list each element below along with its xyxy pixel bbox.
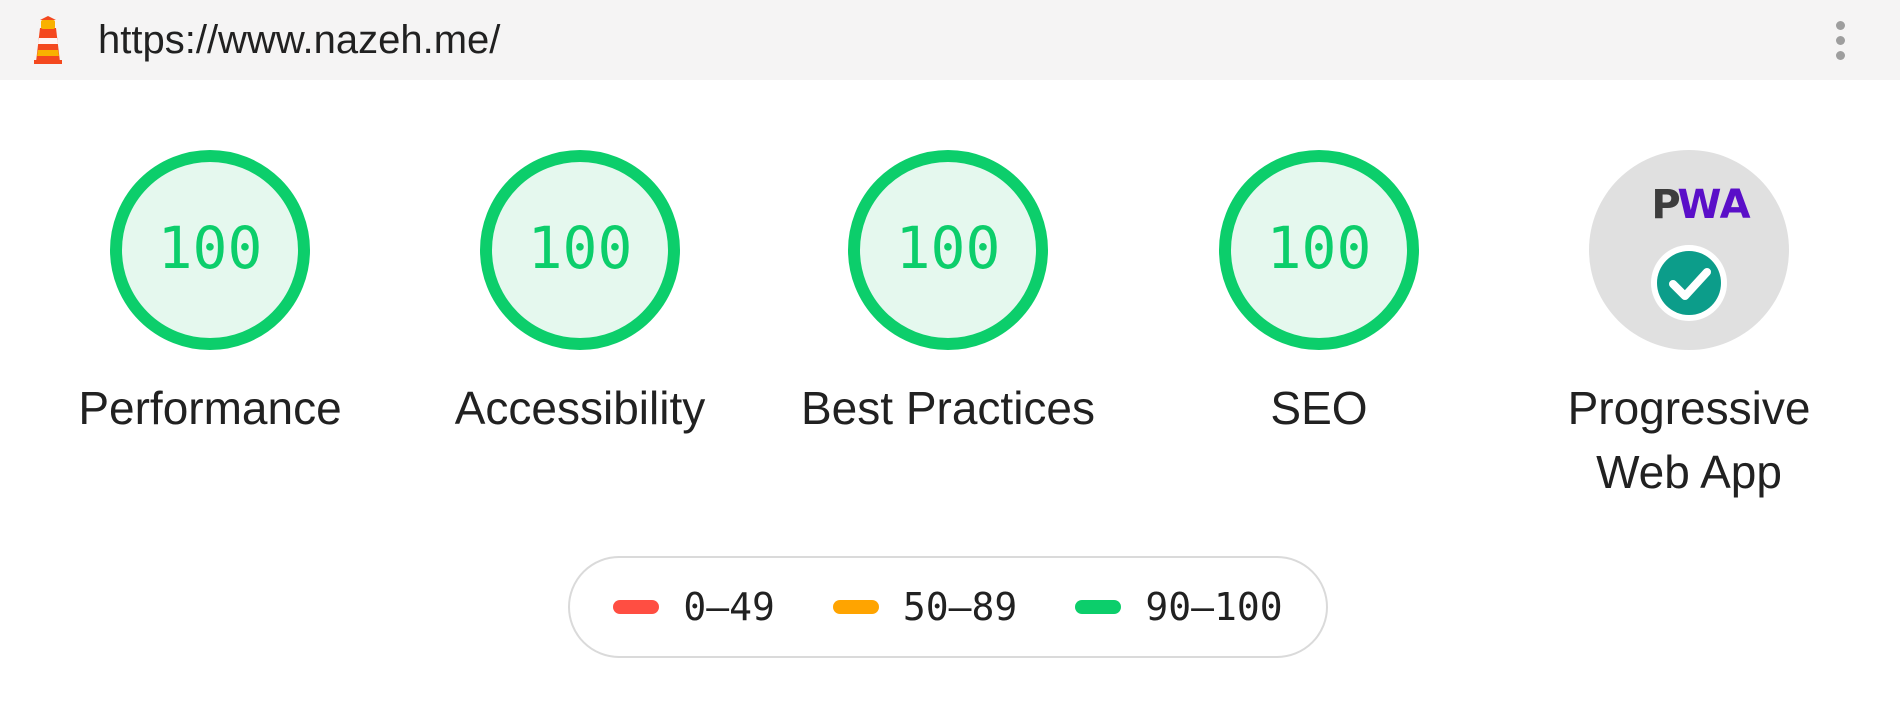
gauge-label: Best Practices bbox=[801, 382, 1095, 434]
legend-item-pass: 90–100 bbox=[1075, 585, 1283, 629]
menu-dot bbox=[1835, 20, 1845, 30]
gauge-score: 100 bbox=[158, 214, 263, 282]
gauge-label: Performance bbox=[78, 382, 342, 434]
gauge-score: 100 bbox=[528, 214, 633, 282]
legend-range: 0–49 bbox=[683, 585, 775, 629]
legend-item-average: 50–89 bbox=[832, 585, 1018, 629]
more-vertical-icon[interactable] bbox=[1822, 16, 1858, 64]
legend-range: 50–89 bbox=[902, 585, 1018, 629]
score-gauge: 100 bbox=[848, 150, 1048, 350]
pwa-logo-wa: WA bbox=[1677, 182, 1750, 228]
gauge-label: Accessibility bbox=[454, 382, 706, 434]
gauge-performance[interactable]: 100 Performance bbox=[50, 150, 370, 440]
top-bar: https://www.nazeh.me/ bbox=[0, 0, 1900, 80]
gauge-label: SEO bbox=[1270, 382, 1368, 434]
gauge-score: 100 bbox=[896, 214, 1001, 282]
pwa-label-line2: Web App bbox=[1596, 446, 1782, 498]
legend-item-fail: 0–49 bbox=[613, 585, 775, 629]
legend-range: 90–100 bbox=[1145, 585, 1283, 629]
lighthouse-icon bbox=[34, 16, 62, 64]
gauge-seo[interactable]: 100 SEO bbox=[1159, 150, 1479, 440]
checkmark-circle-icon bbox=[1651, 245, 1727, 321]
score-gauge: 100 bbox=[110, 150, 310, 350]
gauge-accessibility[interactable]: 100 Accessibility bbox=[420, 150, 740, 440]
pwa-badge: P WA bbox=[1589, 150, 1789, 350]
gauge-best-practices[interactable]: 100 Best Practices bbox=[788, 150, 1108, 440]
score-legend: 0–49 50–89 90–100 bbox=[568, 556, 1328, 658]
pwa-logo-p: P bbox=[1651, 182, 1680, 228]
legend-swatch-fail bbox=[613, 600, 660, 614]
gauge-pwa[interactable]: P WA Progressive Web App bbox=[1529, 150, 1849, 504]
score-gauge: 100 bbox=[1219, 150, 1419, 350]
legend-swatch-pass bbox=[1075, 600, 1122, 614]
report-url[interactable]: https://www.nazeh.me/ bbox=[98, 18, 500, 62]
menu-dot bbox=[1835, 50, 1845, 60]
pwa-label-line1: Progressive bbox=[1567, 382, 1811, 434]
score-gauge: 100 bbox=[480, 150, 680, 350]
legend-swatch-average bbox=[832, 600, 879, 614]
pwa-label: Progressive Web App bbox=[1529, 376, 1849, 504]
menu-dot bbox=[1835, 35, 1845, 45]
gauge-score: 100 bbox=[1267, 214, 1372, 282]
